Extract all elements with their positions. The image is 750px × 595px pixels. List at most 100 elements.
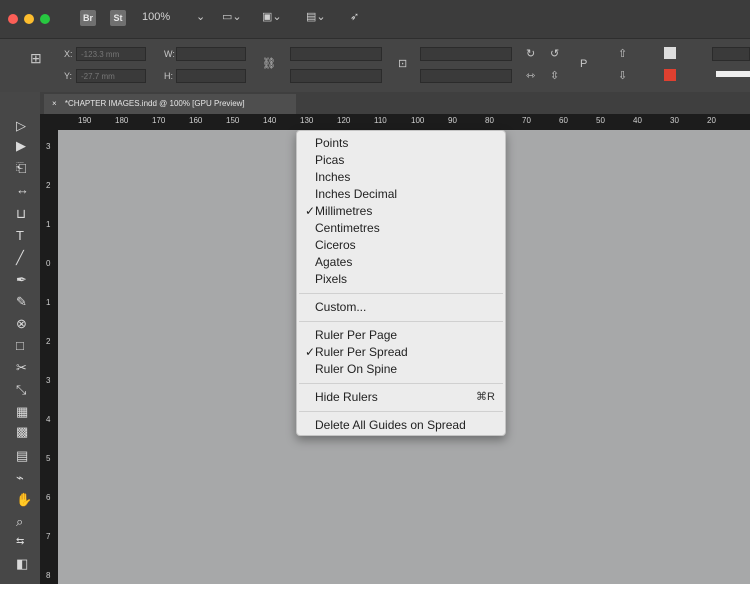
menu-item-label: Ciceros [315, 238, 356, 252]
ruler-tick-label: 40 [633, 116, 642, 125]
ruler-tick-label: 5 [46, 454, 51, 463]
document-tab-title: *CHAPTER IMAGES.indd @ 100% [GPU Preview… [64, 99, 245, 108]
type-tool-icon[interactable]: T [0, 226, 40, 246]
zoom-level[interactable]: 100% [142, 11, 170, 23]
arrange-documents-icon[interactable]: ▤⌄ [306, 10, 326, 24]
gradient-feather-tool-icon[interactable]: ▩ [0, 422, 40, 442]
scale-x-field[interactable] [290, 47, 382, 61]
rotation-field[interactable] [420, 47, 512, 61]
pen-tool-icon[interactable]: ✒ [0, 270, 40, 290]
horizontal-ruler[interactable]: 190 180 170 160 150 140 130 120 110 100 90 80 70 60 50… [58, 114, 750, 130]
stroke-swatch-icon[interactable] [664, 69, 676, 81]
menu-item-label: Agates [315, 255, 353, 269]
reference-point-icon[interactable]: ⊞ [30, 51, 42, 65]
menu-item-unit[interactable]: Inches Decimal [297, 186, 505, 203]
menu-item-hide-rulers[interactable]: Hide Rulers ⌘R [297, 389, 505, 406]
rectangle-frame-tool-icon[interactable]: ⊗ [0, 314, 40, 334]
scissors-tool-icon[interactable]: ✂ [0, 358, 40, 378]
flip-vertical-icon[interactable]: ⇳ [550, 69, 559, 83]
menu-separator [299, 383, 503, 384]
close-tab-icon[interactable]: × [52, 99, 57, 108]
reference-angle-icon[interactable]: ⊡ [398, 57, 407, 71]
line-tool-icon[interactable]: ╱ [0, 248, 40, 268]
ruler-tick-label: 6 [46, 493, 51, 502]
constrain-proportions-icon[interactable]: ⛓ [262, 57, 276, 71]
direct-selection-tool-icon[interactable]: ▶ [0, 136, 40, 156]
fill-stroke-swatch-icon[interactable]: ◧ [0, 554, 40, 574]
selection-tool-icon[interactable]: ▷ [0, 116, 40, 136]
menu-item-unit[interactable]: Ciceros [297, 237, 505, 254]
menu-item-unit[interactable]: Picas [297, 152, 505, 169]
flip-horizontal-icon[interactable]: ⇿ [526, 69, 535, 83]
note-tool-icon[interactable]: ▤ [0, 446, 40, 466]
ruler-tick-label: 100 [411, 116, 425, 125]
minimize-window-button[interactable] [24, 14, 34, 24]
ruler-tick-label: 140 [263, 116, 277, 125]
ruler-tick-label: 150 [226, 116, 240, 125]
rotate-clockwise-icon[interactable]: ↻ [526, 47, 535, 61]
rectangle-tool-icon[interactable]: □ [0, 336, 40, 356]
menu-item-ruler-mode[interactable]: Ruler On Spine [297, 361, 505, 378]
menu-item-unit[interactable]: ✓ Millimetres [297, 203, 505, 220]
stroke-weight-field[interactable] [712, 47, 750, 61]
menu-item-unit[interactable]: Inches [297, 169, 505, 186]
select-previous-object-icon[interactable]: ⇩ [618, 69, 627, 83]
menu-item-ruler-mode[interactable]: Ruler Per Page [297, 327, 505, 344]
view-options-icon[interactable]: ▭⌄ [222, 10, 242, 24]
menu-item-unit[interactable]: Pixels [297, 271, 505, 288]
menu-item-delete-guides[interactable]: Delete All Guides on Spread [297, 417, 505, 434]
ruler-tick-label: 3 [46, 376, 51, 385]
bridge-button[interactable]: Br [80, 10, 96, 26]
h-field[interactable] [176, 69, 246, 83]
menu-item-unit[interactable]: Centimetres [297, 220, 505, 237]
y-label: Y: [64, 71, 73, 81]
ruler-tick-label: 120 [337, 116, 351, 125]
menu-item-label: Custom... [315, 300, 367, 314]
close-window-button[interactable] [8, 14, 18, 24]
x-field[interactable]: -123.3 mm [76, 47, 146, 61]
menu-separator [299, 293, 503, 294]
w-label: W: [164, 49, 175, 59]
ruler-tick-label: 50 [596, 116, 605, 125]
page-tool-icon[interactable]: ⎗ [0, 158, 40, 178]
fill-swatch-icon[interactable] [664, 47, 676, 59]
stroke-type-icon[interactable] [716, 71, 750, 77]
ruler-tick-label: 70 [522, 116, 531, 125]
rotate-counterclockwise-icon[interactable]: ↺ [550, 47, 559, 61]
document-tab-bar: × *CHAPTER IMAGES.indd @ 100% [GPU Previ… [40, 92, 750, 114]
menu-item-unit[interactable]: Points [297, 135, 505, 152]
publish-online-icon[interactable]: ➶ [350, 10, 368, 24]
pencil-tool-icon[interactable]: ✎ [0, 292, 40, 312]
menu-item-custom[interactable]: Custom... [297, 299, 505, 316]
select-next-object-icon[interactable]: ⇧ [618, 47, 627, 61]
eyedropper-tool-icon[interactable]: ⌁ [0, 468, 40, 488]
ruler-tick-label: 4 [46, 415, 51, 424]
select-container-icon[interactable]: P [580, 57, 587, 71]
menu-item-shortcut: ⌘R [476, 391, 495, 403]
zoom-tool-icon[interactable]: ⌕ [0, 512, 40, 532]
gap-tool-icon[interactable]: ↔ [0, 180, 40, 200]
x-label: X: [64, 49, 73, 59]
scale-y-field[interactable] [290, 69, 382, 83]
hand-tool-icon[interactable]: ✋ [0, 490, 40, 510]
content-collector-icon[interactable]: ⊔ [0, 204, 40, 224]
vertical-ruler[interactable]: 3 2 1 0 1 2 3 4 5 6 7 8 [40, 114, 58, 588]
zoom-dropdown-chevron-icon[interactable]: ⌄ [196, 10, 214, 24]
y-field[interactable]: -27.7 mm [76, 69, 146, 83]
w-field[interactable] [176, 47, 246, 61]
screen-mode-icon[interactable]: ▣⌄ [262, 10, 282, 24]
control-panel: ⊞ X: -123.3 mm Y: -27.7 mm W: H: ⛓ ⊡ ↻ ↺… [0, 38, 750, 93]
menu-item-unit[interactable]: Agates [297, 254, 505, 271]
stock-button[interactable]: St [110, 10, 126, 26]
menu-item-label: Points [315, 136, 349, 150]
shear-field[interactable] [420, 69, 512, 83]
document-tab[interactable]: × *CHAPTER IMAGES.indd @ 100% [GPU Previ… [44, 94, 296, 114]
free-transform-tool-icon[interactable]: ⤡ [0, 380, 40, 400]
menu-item-label: Centimetres [315, 221, 380, 235]
gradient-tool-icon[interactable]: ▦ [0, 402, 40, 422]
zoom-window-button[interactable] [40, 14, 50, 24]
ruler-tick-label: 1 [46, 220, 51, 229]
menu-item-ruler-mode[interactable]: ✓ Ruler Per Spread [297, 344, 505, 361]
ruler-tick-label: 180 [115, 116, 129, 125]
swap-fill-stroke-icon[interactable]: ⇆ [0, 532, 40, 552]
